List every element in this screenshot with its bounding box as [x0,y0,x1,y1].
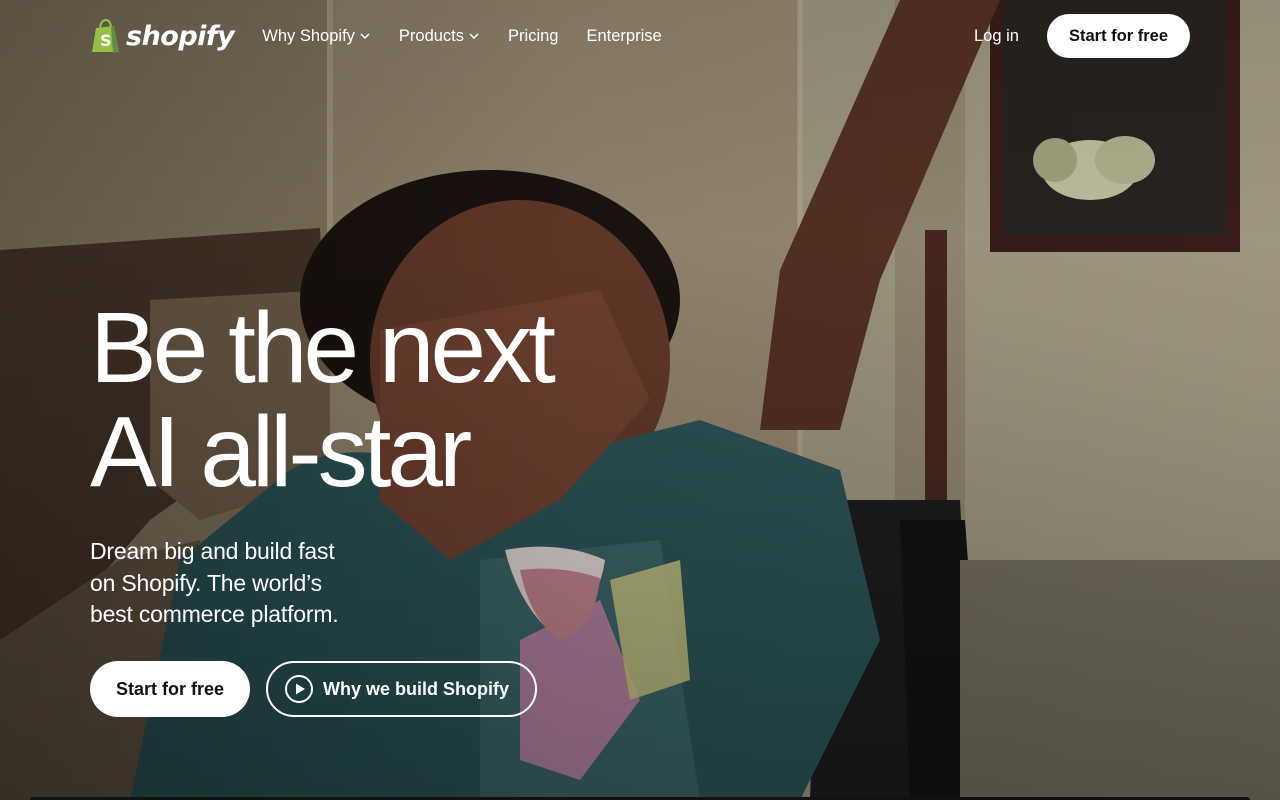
primary-nav: Why Shopify Products Pricing Enterprise [262,27,661,46]
start-free-hero-button[interactable]: Start for free [90,661,251,717]
nav-item-label: Pricing [508,26,559,45]
subhead-line: best commerce platform. [90,601,339,627]
headline-line: AI all-star [90,396,472,508]
shopify-bag-icon: S [92,18,119,53]
chevron-down-icon [360,33,370,40]
nav-item-label: Enterprise [586,26,662,45]
hero-subheading: Dream big and build fast on Shopify. The… [90,536,380,631]
shopify-logo[interactable]: S shopify [90,16,235,56]
hero-cta-group: Start for free Why we build Shopify [90,661,538,717]
nav-actions: Log in Start for free [974,14,1190,58]
nav-item-label: Products [398,26,465,45]
nav-item-pricing[interactable]: Pricing [508,27,558,46]
chevron-down-icon [469,33,479,40]
subhead-line: on Shopify. The world’s [90,569,322,596]
nav-item-label: Why Shopify [262,26,355,45]
subhead-line: Dream big and build fast [90,538,335,564]
hero-headline: Be the next AI all-star [90,292,556,508]
nav-item-why-shopify[interactable]: Why Shopify [262,27,371,46]
play-circle-icon [285,675,314,703]
svg-text:S: S [100,31,112,50]
nav-item-enterprise[interactable]: Enterprise [586,27,661,46]
headline-line: Be the next [90,292,556,404]
nav-item-products[interactable]: Products [399,27,480,46]
why-we-build-label: Why we build Shopify [323,678,510,699]
why-we-build-button[interactable]: Why we build Shopify [266,661,538,717]
top-navigation: S shopify Why Shopify Products Pricing E… [0,0,1280,72]
brand-wordmark: shopify [126,20,235,52]
start-free-nav-button[interactable]: Start for free [1046,14,1190,58]
login-link[interactable]: Log in [974,27,1019,46]
